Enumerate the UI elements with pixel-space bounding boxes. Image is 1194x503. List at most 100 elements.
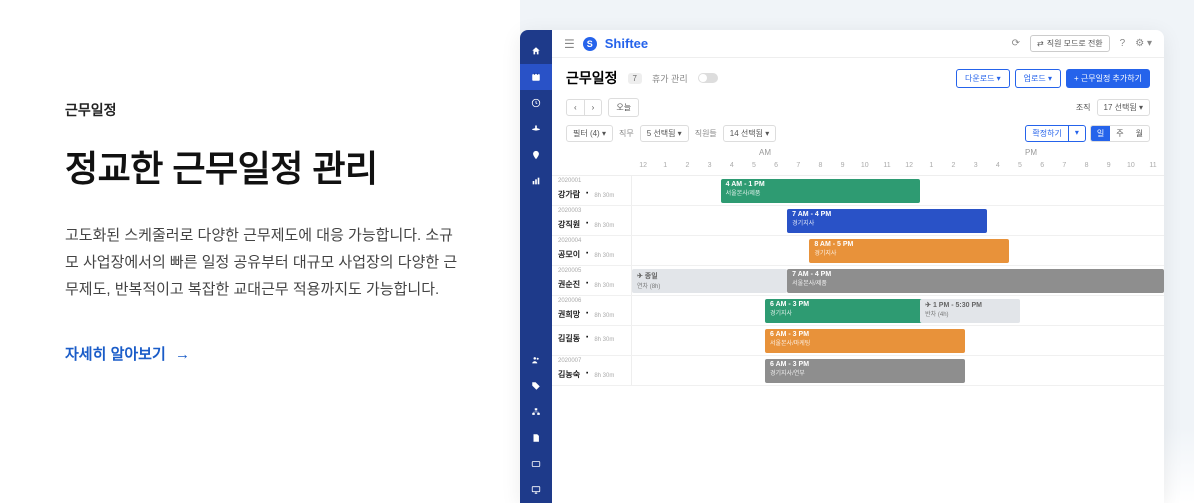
emp-time: 8h 30m — [594, 193, 614, 199]
sidenav-doc[interactable] — [520, 425, 552, 451]
shift-loc: 경기지사/연부 — [770, 368, 960, 377]
emp-time: 8h 30m — [594, 337, 614, 343]
sidenav-schedule[interactable] — [520, 64, 552, 90]
sidenav-org[interactable] — [520, 399, 552, 425]
emp-select[interactable]: 14 선택됨 ▾ — [723, 125, 776, 142]
shift-time: 4 AM - 1 PM — [726, 181, 916, 188]
breadcrumb: 근무일정 — [65, 100, 460, 120]
sidenav-home[interactable] — [520, 38, 552, 64]
shift-time: 7 AM - 4 PM — [792, 271, 1159, 278]
shift-time: 8 AM - 5 PM — [814, 241, 1004, 248]
emp-label: 직원들 — [695, 128, 717, 139]
shift-time: ✈ 1 PM - 5:30 PM — [925, 301, 1015, 309]
org-label: 조직 — [1076, 102, 1091, 113]
chart-icon — [531, 176, 541, 186]
schedule-grid: AM PM 121234567891011121234567891011 202… — [552, 148, 1164, 503]
shift-block[interactable]: 8 AM - 5 PM경기지사 — [809, 239, 1009, 263]
sidenav-chart[interactable] — [520, 168, 552, 194]
description: 고도화된 스케줄러로 다양한 근무제도에 대응 가능합니다. 소규모 사업장에서… — [65, 222, 460, 303]
doc-icon — [531, 433, 541, 443]
hour-cell: 4 — [987, 162, 1009, 175]
hour-cell: 8 — [1075, 162, 1097, 175]
page-title: 근무일정 — [566, 68, 618, 88]
shift-time: ✈ 종일 — [637, 271, 782, 281]
row-header[interactable]: 김길동 · 8h 30m — [552, 326, 632, 355]
shift-block[interactable]: ✈ 종일연차 (8h) — [632, 269, 787, 293]
shift-block[interactable]: 7 AM - 4 PM서울본사/제품 — [787, 269, 1164, 293]
view-month[interactable]: 월 — [1130, 126, 1149, 141]
view-week[interactable]: 주 — [1110, 126, 1129, 141]
filter-button[interactable]: 필터 (4) ▾ — [566, 125, 613, 142]
schedule-row: 2020006권희망 · 8h 30m6 AM - 3 PM경기지사✈ 1 PM… — [552, 296, 1164, 326]
hour-cell: 12 — [632, 162, 654, 175]
hour-cell: 11 — [876, 162, 898, 175]
sidenav-people[interactable] — [520, 347, 552, 373]
app-window: ☰ S Shiftee ⟳ ⇄ 직원 모드로 전환 ? ⚙ ▾ 근무일정 7 휴… — [520, 30, 1164, 503]
row-header[interactable]: 2020005권순진 · 8h 30m — [552, 266, 632, 295]
row-track: 6 AM - 3 PM경기지사/연부 — [632, 356, 1164, 385]
row-header[interactable]: 2020007김농숙 · 8h 30m — [552, 356, 632, 385]
emp-name: 권희망 — [558, 310, 580, 319]
sidenav-card[interactable] — [520, 451, 552, 477]
confirm-dropdown[interactable]: ▾ — [1068, 126, 1085, 141]
team-select[interactable]: 17 선택됨 ▾ — [1097, 99, 1150, 116]
row-header[interactable]: 2020003강직원 · 8h 30m — [552, 206, 632, 235]
prev-button[interactable]: ‹ — [567, 100, 585, 115]
sidenav-tag[interactable] — [520, 373, 552, 399]
row-header[interactable]: 2020004공모이 · 8h 30m — [552, 236, 632, 265]
shift-block[interactable]: 6 AM - 3 PM경기지사/연부 — [765, 359, 965, 383]
today-button[interactable]: 오늘 — [608, 98, 639, 117]
card-icon — [531, 459, 541, 469]
sidenav-plane[interactable] — [520, 116, 552, 142]
hour-cell: 9 — [1098, 162, 1120, 175]
row-track: 6 AM - 3 PM서울본사/마케팅 — [632, 326, 1164, 355]
topbar: ☰ S Shiftee ⟳ ⇄ 직원 모드로 전환 ? ⚙ ▾ — [552, 30, 1164, 58]
next-button[interactable]: › — [585, 100, 602, 115]
help-icon[interactable]: ? — [1120, 38, 1126, 49]
upload-button[interactable]: 업로드 ▾ — [1015, 69, 1061, 88]
hour-cell: 7 — [787, 162, 809, 175]
filter-row: 필터 (4) ▾ 직무 5 선택됨 ▾ 직원들 14 선택됨 ▾ 확정하기 ▾ … — [552, 125, 1164, 148]
view-day[interactable]: 일 — [1091, 126, 1110, 141]
role-select[interactable]: 5 선택됨 ▾ — [640, 125, 689, 142]
emp-time: 8h 30m — [594, 223, 614, 229]
sidenav-location[interactable] — [520, 142, 552, 168]
leave-label: 휴가 관리 — [652, 72, 688, 85]
row-header[interactable]: 2020001강가람 · 8h 30m — [552, 176, 632, 205]
arrow-right-icon: → — [175, 346, 190, 363]
shift-block[interactable]: 4 AM - 1 PM서울본사/제품 — [721, 179, 921, 203]
count-badge: 7 — [628, 73, 642, 84]
sidenav-clock[interactable] — [520, 90, 552, 116]
people-icon — [531, 355, 541, 365]
leave-toggle[interactable] — [698, 73, 718, 83]
role-label: 직무 — [619, 128, 634, 139]
toolbar: ‹ › 오늘 조직 17 선택됨 ▾ — [552, 98, 1164, 125]
shift-block[interactable]: ✈ 1 PM - 5:30 PM반차 (4h) — [920, 299, 1020, 323]
learn-more-label: 자세히 알아보기 — [65, 346, 166, 363]
row-track: 7 AM - 4 PM경기지사 — [632, 206, 1164, 235]
hours-row: 121234567891011121234567891011 — [552, 162, 1164, 176]
schedule-row: 2020003강직원 · 8h 30m 7 AM - 4 PM경기지사 — [552, 206, 1164, 236]
shift-block[interactable]: 7 AM - 4 PM경기지사 — [787, 209, 987, 233]
hour-cell: 1 — [920, 162, 942, 175]
confirm-button[interactable]: 확정하기 — [1026, 126, 1067, 141]
row-track: ✈ 종일연차 (8h)7 AM - 4 PM서울본사/제품 — [632, 266, 1164, 295]
add-schedule-button[interactable]: + 근무일정 추가하기 — [1066, 69, 1150, 88]
refresh-icon[interactable]: ⟳ — [1012, 38, 1020, 49]
download-button[interactable]: 다운로드 ▾ — [956, 69, 1010, 88]
mode-switch-button[interactable]: ⇄ 직원 모드로 전환 — [1030, 35, 1110, 52]
shift-time: 7 AM - 4 PM — [792, 211, 982, 218]
shift-loc: 서울본사/제품 — [792, 278, 1159, 287]
calendar-icon — [531, 72, 541, 82]
emp-name: 김길동 — [558, 334, 580, 343]
emp-name: 김농숙 — [558, 370, 580, 379]
hour-cell: 1 — [654, 162, 676, 175]
sidenav-monitor[interactable] — [520, 477, 552, 503]
learn-more-link[interactable]: 자세히 알아보기 → — [65, 343, 460, 364]
gear-icon[interactable]: ⚙ ▾ — [1135, 38, 1152, 49]
shift-block[interactable]: 6 AM - 3 PM서울본사/마케팅 — [765, 329, 965, 353]
logo-icon: S — [583, 37, 597, 51]
menu-icon[interactable]: ☰ — [564, 37, 575, 51]
row-header[interactable]: 2020006권희망 · 8h 30m — [552, 296, 632, 325]
emp-name: 강직원 — [558, 220, 580, 229]
